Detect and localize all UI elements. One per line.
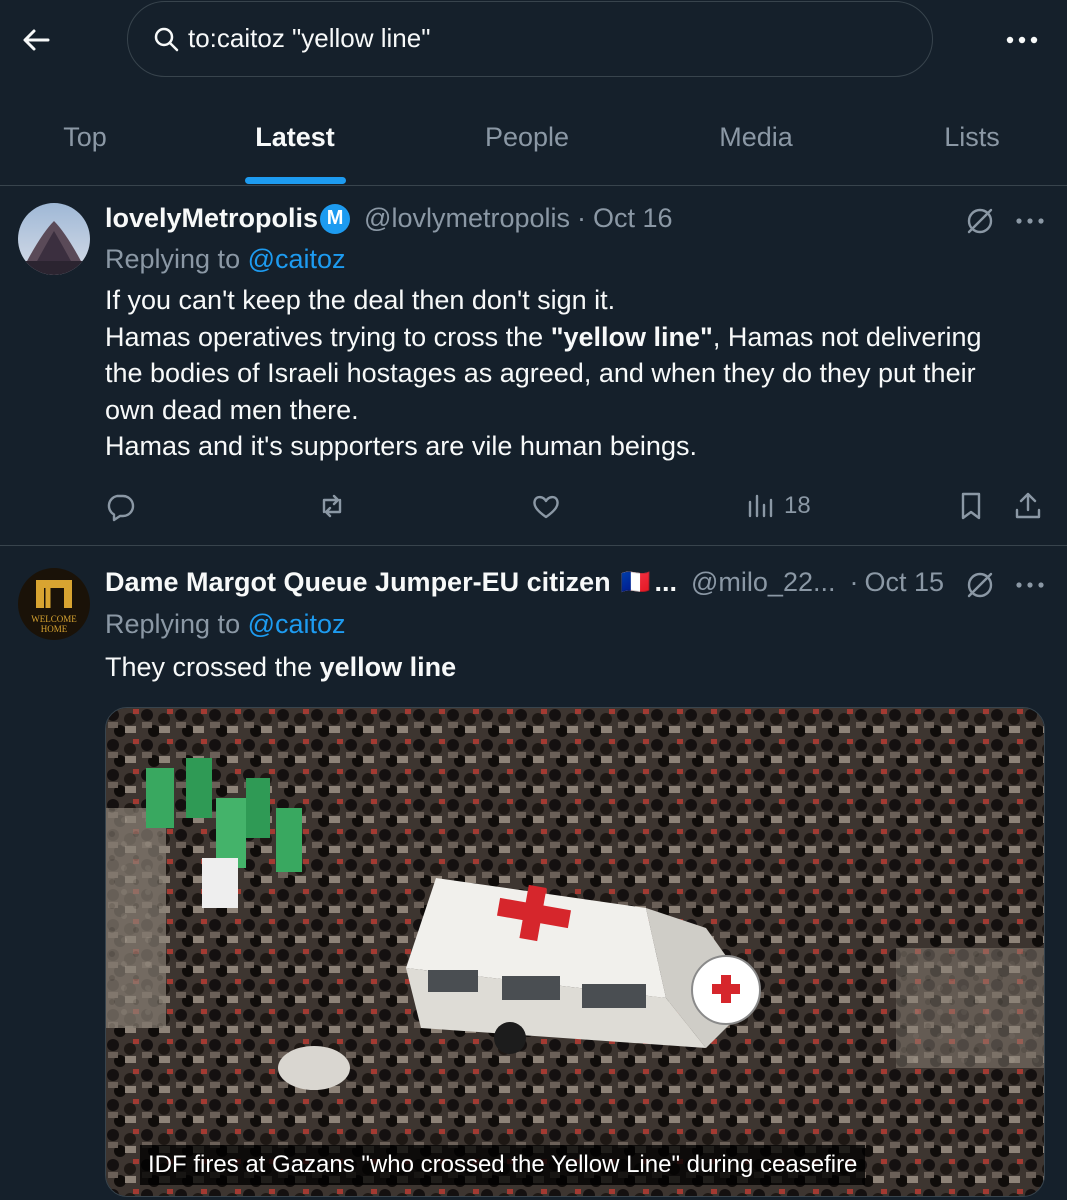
tweet-text-line: own dead men there. [105,394,359,425]
like-button[interactable] [530,486,562,526]
search-tabs: Top Latest People Media Lists [0,90,1067,186]
highlighted-term: yellow line [319,652,457,682]
media-caption: IDF fires at Gazans "who crossed the Yel… [140,1145,866,1185]
text-segment: Hamas operatives trying to cross the [105,321,551,352]
text-segment: They crossed the [105,652,320,682]
display-name[interactable]: Dame Margot Queue Jumper-EU citizen [105,567,611,598]
tweet-text-line: the bodies of Israeli hostages as agreed… [105,358,976,388]
grok-icon[interactable] [964,569,996,601]
tweet-header: Dame Margot Queue Jumper-EU citizen 🇫🇷 .… [105,567,944,598]
bookmark-button[interactable] [955,486,987,526]
more-horizontal-icon[interactable] [1014,213,1046,229]
bookmark-icon [961,492,981,520]
search-input[interactable]: to:caitoz "yellow line" [127,1,933,77]
highlighted-term: "yellow line" [550,321,713,352]
arrow-left-icon [23,29,50,51]
search-icon [154,27,179,52]
verified-m-badge: M [320,203,351,234]
tweet-text-line: Hamas and it's supporters are vile human… [105,431,697,461]
tweet-media-image[interactable]: IDF fires at Gazans "who crossed the Yel… [105,707,1045,1197]
reply-button[interactable] [104,486,136,526]
tab-people[interactable]: People [460,90,594,185]
user-handle[interactable]: @lovlymetropolis [364,203,570,234]
tweet-text: If you can't keep the deal then don't si… [105,282,1045,465]
avatar-text: WELCOME [31,614,77,624]
tweet-actions: 18 [100,486,1050,526]
views-button[interactable]: 18 [744,486,811,526]
views-icon [748,494,773,518]
tab-latest[interactable]: Latest [225,90,365,185]
flag-emoji: 🇫🇷 [620,569,651,596]
separator-dot: · [577,203,587,233]
tab-top[interactable]: Top [30,90,140,185]
tweet-text-line: If you can't keep the deal then don't si… [105,285,616,315]
tab-media[interactable]: Media [696,90,816,185]
search-query: to:caitoz "yellow line" [188,23,431,53]
display-name[interactable]: lovelyMetropolis [105,203,318,234]
avatar-image: WELCOME HOME [18,568,90,640]
repost-icon [322,494,342,518]
active-tab-indicator [245,177,346,184]
top-bar: to:caitoz "yellow line" [0,0,1067,80]
mention-link[interactable]: @caitoz [248,244,346,274]
tweet[interactable]: WELCOME HOME Dame Margot Queue Jumper-EU… [0,547,1067,1200]
reply-icon [107,494,135,522]
replying-to: Replying to @caitoz [105,609,346,640]
grok-icon[interactable] [964,205,996,237]
more-options-button[interactable] [1000,24,1044,56]
tweet-text-line: Hamas operatives trying to cross the "ye… [105,319,1045,356]
avatar-text: HOME [41,624,68,634]
separator-dot: · [849,567,859,597]
tab-lists[interactable]: Lists [925,90,1019,185]
tweet[interactable]: lovelyMetropolis M @lovlymetropolis · Oc… [0,186,1067,546]
back-button[interactable] [18,22,54,58]
tweet-header: lovelyMetropolis M @lovlymetropolis · Oc… [105,203,673,234]
name-ellipsis: ... [654,567,678,597]
share-button[interactable] [1012,486,1044,526]
user-handle[interactable]: @milo_22... [691,567,835,598]
avatar[interactable]: WELCOME HOME [18,568,90,640]
replying-to-label: Replying to [105,609,241,639]
replying-to: Replying to @caitoz [105,244,346,275]
avatar[interactable] [18,203,90,275]
share-icon [1015,492,1041,519]
repost-button[interactable] [316,486,348,526]
tweet-date[interactable]: Oct 15 [864,567,944,598]
tweet-text: They crossed the yellow line [105,649,1045,686]
crowd-photo [106,708,1044,1196]
text-segment: , Hamas not delivering [712,321,982,352]
tweet-date[interactable]: Oct 16 [593,203,673,234]
replying-to-label: Replying to [105,244,241,274]
like-icon [533,495,559,519]
more-horizontal-icon[interactable] [1014,577,1046,593]
views-count: 18 [784,492,811,519]
more-horizontal-icon [1006,36,1038,44]
avatar-image [18,203,90,275]
mention-link[interactable]: @caitoz [248,609,346,639]
